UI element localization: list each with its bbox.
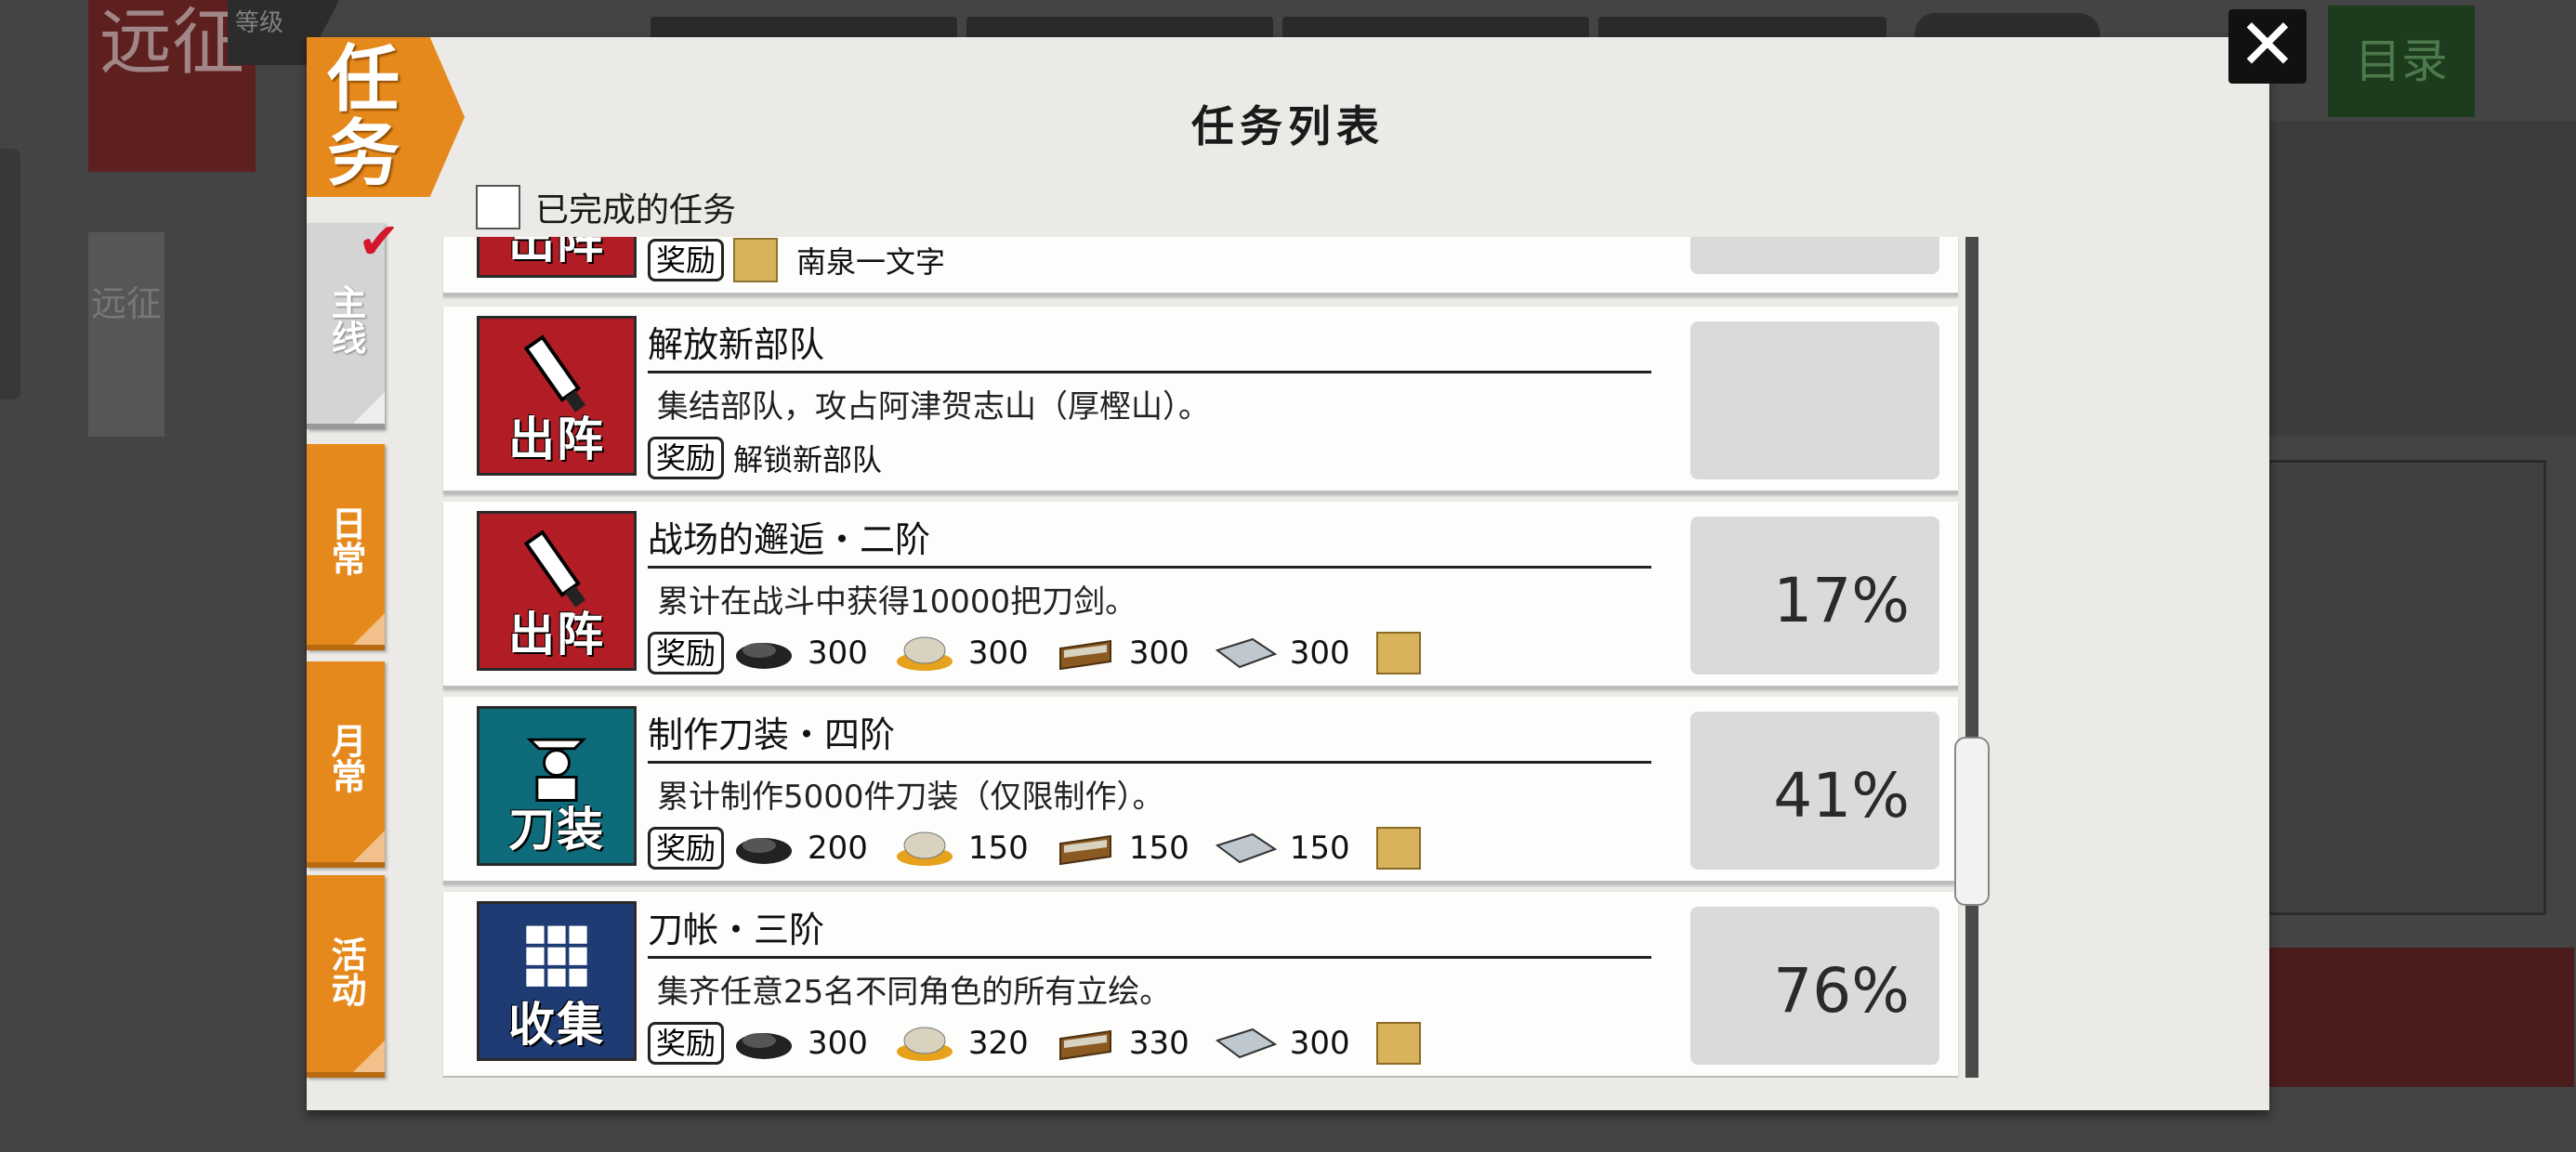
reward-tag: 奖励 — [648, 632, 725, 674]
charcoal-icon — [736, 643, 793, 669]
quest-reward: 奖励 200 150 150 150 — [648, 825, 1421, 871]
quest-title: 解放新部队 — [648, 316, 1651, 373]
quest-reward: 奖励 解锁新部队 — [648, 435, 882, 481]
sword-item-icon — [733, 238, 779, 282]
left-edge-panel — [0, 149, 20, 399]
quest-title: 战场的邂逅・二阶 — [648, 511, 1651, 569]
quest-row[interactable]: 出阵 解放新部队 集结部队，攻占阿津贺志山（厚樫山）。 奖励 解锁新部队 — [443, 307, 1958, 494]
completed-filter-label: 已完成的任务 — [535, 191, 737, 229]
background-red-button — [2267, 948, 2574, 1087]
quest-reward: 奖励 南泉一文字 — [648, 237, 945, 283]
ticket-icon — [1375, 827, 1421, 870]
quest-row[interactable]: 收集 刀帐・三阶 集齐任意25名不同角色的所有立绘。 奖励 300 320 33… — [443, 892, 1958, 1078]
quest-list[interactable]: 出阵 奖励 南泉一文字 出阵 解放新部队 集结部队，攻占阿津贺志山（厚樫山）。 … — [432, 237, 1965, 1078]
quest-badge-collect: 收集 — [477, 901, 637, 1061]
tab-event[interactable]: 活动 — [307, 875, 385, 1078]
quest-progress — [1690, 321, 1939, 479]
check-icon: ✔ — [358, 212, 401, 270]
quest-progress: 41% — [1690, 712, 1939, 870]
scrollbar-track[interactable] — [1965, 237, 1978, 1078]
quest-badge-equipment: 刀装 — [477, 706, 637, 866]
completed-checkbox[interactable] — [476, 185, 520, 229]
ticket-icon — [1375, 632, 1421, 674]
completed-filter[interactable]: 已完成的任务 — [476, 184, 736, 230]
whetstone-icon — [1215, 1028, 1277, 1059]
coolant-icon — [1058, 1029, 1111, 1061]
quest-row[interactable]: 刀装 制作刀装・四阶 累计制作5000件刀装（仅限制作）。 奖励 200 150… — [443, 697, 1958, 884]
charcoal-icon — [736, 1033, 793, 1059]
reward-tag: 奖励 — [648, 239, 725, 281]
tamahagane-icon — [896, 636, 953, 671]
charcoal-icon — [736, 838, 793, 864]
whetstone-icon — [1215, 637, 1277, 669]
quest-description: 集齐任意25名不同角色的所有立绘。 — [657, 974, 1172, 1011]
quest-title: 刀帐・三阶 — [648, 901, 1651, 959]
modal-title: 任务列表 — [1191, 101, 1385, 151]
quest-progress: 17% — [1690, 517, 1939, 674]
quest-reward: 奖励 300 300 300 300 — [648, 630, 1421, 676]
quest-progress — [1690, 237, 1939, 274]
scrollbar-thumb[interactable] — [1954, 737, 1990, 906]
coolant-icon — [1058, 834, 1111, 866]
reward-tag: 奖励 — [648, 827, 725, 870]
ticket-icon — [1375, 1022, 1421, 1065]
tamahagane-icon — [896, 831, 953, 866]
quest-description: 集结部队，攻占阿津贺志山（厚樫山）。 — [657, 388, 1210, 425]
quest-badge-sortie: 出阵 — [477, 237, 637, 278]
close-icon[interactable]: ✕ — [2228, 9, 2307, 84]
quest-progress: 76% — [1690, 907, 1939, 1065]
quest-row[interactable]: 出阵 奖励 南泉一文字 — [443, 237, 1958, 296]
tamahagane-icon — [896, 1027, 953, 1061]
tab-daily[interactable]: 日常 — [307, 444, 385, 650]
quest-badge-sortie: 出阵 — [477, 316, 637, 476]
background-panel — [2267, 460, 2546, 915]
quest-row[interactable]: 出阵 战场的邂逅・二阶 累计在战斗中获得10000把刀剑。 奖励 300 300… — [443, 502, 1958, 689]
background-panel — [2267, 121, 2576, 437]
quest-reward: 奖励 300 320 330 300 — [648, 1020, 1421, 1067]
whetstone-icon — [1215, 832, 1277, 864]
tab-monthly[interactable]: 月常 — [307, 661, 385, 868]
coolant-icon — [1058, 639, 1111, 671]
reward-tag: 奖励 — [648, 1022, 725, 1065]
side-tab-expedition: 远征 — [88, 232, 164, 437]
quest-description: 累计在战斗中获得10000把刀剑。 — [657, 583, 1137, 621]
quest-description: 累计制作5000件刀装（仅限制作）。 — [657, 779, 1164, 816]
reward-tag: 奖励 — [648, 437, 725, 479]
menu-button[interactable]: 目录 — [2328, 6, 2475, 117]
quest-badge-sortie: 出阵 — [477, 511, 637, 671]
quest-title: 制作刀装・四阶 — [648, 706, 1651, 764]
